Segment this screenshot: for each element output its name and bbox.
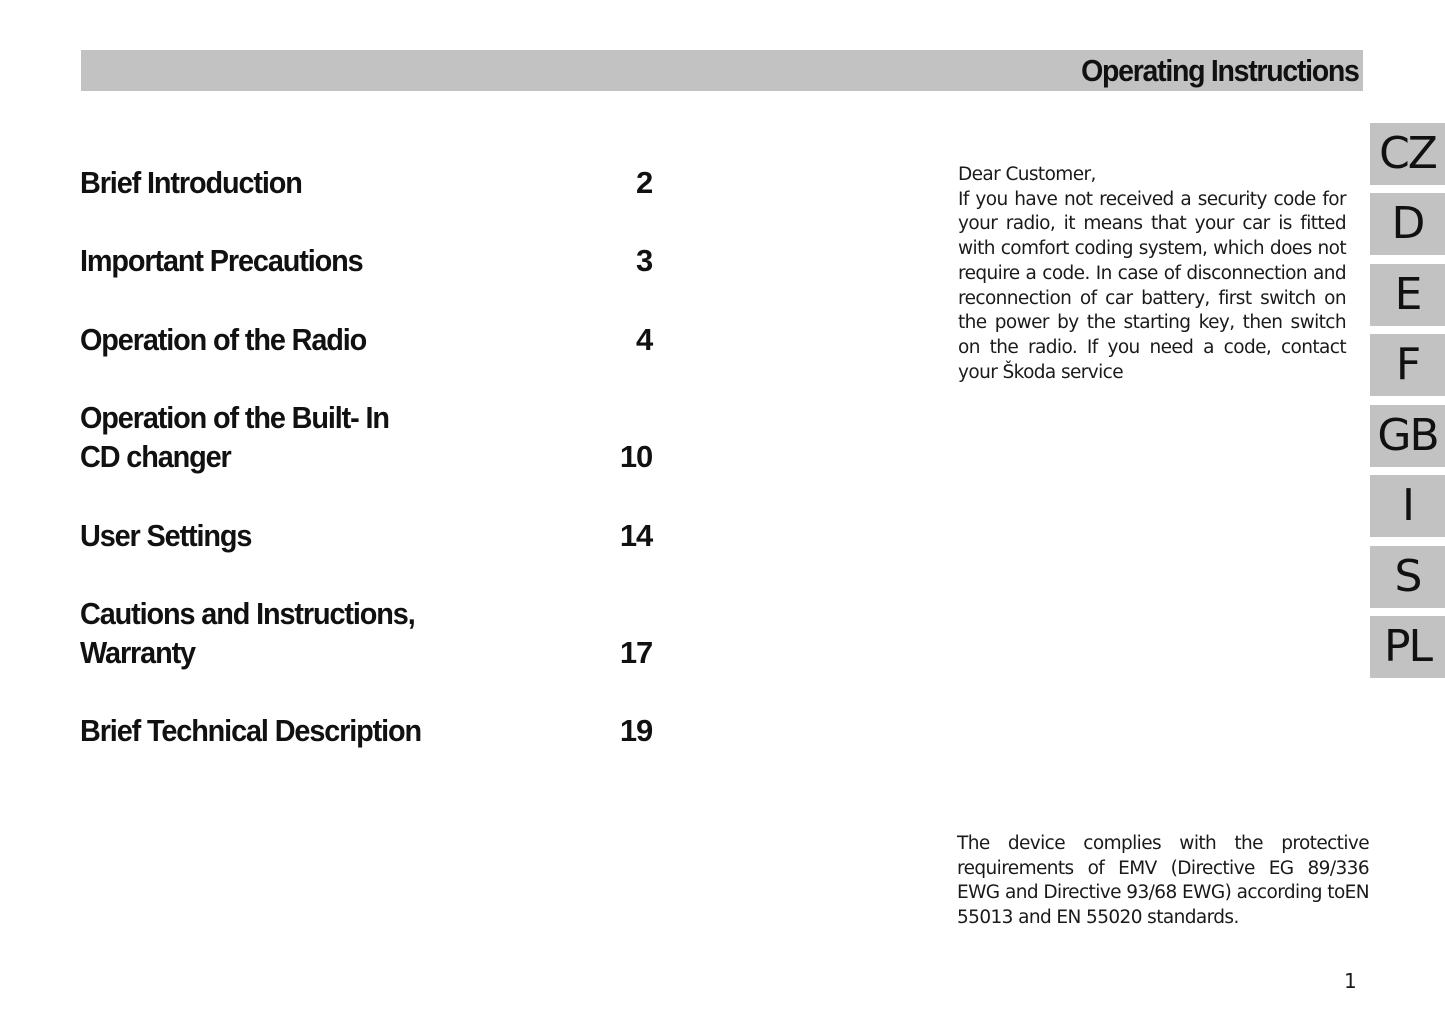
toc-entry-title: User Settings <box>80 518 252 553</box>
customer-notice: Dear Customer, If you have not received … <box>958 163 1347 385</box>
language-tab-i[interactable]: I <box>1370 475 1445 537</box>
toc-entry-title: Cautions and Instructions, Warranty <box>80 596 416 670</box>
document-title: Operating Instructions <box>1081 53 1361 88</box>
language-tab-cz[interactable]: CZ <box>1370 123 1445 185</box>
header-bar: Operating Instructions <box>81 50 1363 91</box>
toc-entry[interactable]: Brief Technical Description 19 <box>80 708 653 750</box>
toc-entry[interactable]: Operation of the Built- In CD changer 10 <box>80 395 653 476</box>
toc-entry-title: Operation of the Radio <box>80 322 367 357</box>
security-code-notice: If you have not received a security code… <box>958 188 1347 383</box>
toc-entry-page: 2 <box>635 165 653 200</box>
language-tab-s[interactable]: S <box>1370 546 1445 608</box>
language-tab-pl[interactable]: PL <box>1370 616 1445 678</box>
toc-entry[interactable]: Important Precautions 3 <box>80 238 653 280</box>
language-tab-d[interactable]: D <box>1370 193 1445 255</box>
greeting: Dear Customer, <box>958 164 1096 185</box>
language-tab-e[interactable]: E <box>1370 264 1445 326</box>
toc-entry-title: Brief Introduction <box>80 165 303 200</box>
toc-entry-page: 14 <box>619 518 653 553</box>
toc-entry-title: Important Precautions <box>80 243 364 278</box>
toc-entry-page: 17 <box>619 635 653 670</box>
toc-entry[interactable]: Brief Introduction 2 <box>80 160 653 202</box>
toc-entry[interactable]: User Settings 14 <box>80 513 653 555</box>
toc-entry-title: Operation of the Built- In CD changer <box>80 400 390 474</box>
page-number: 1 <box>1344 969 1357 993</box>
toc-entry-page: 19 <box>619 713 653 748</box>
toc-entry[interactable]: Operation of the Radio 4 <box>80 317 653 359</box>
language-tab-gb[interactable]: GB <box>1370 405 1445 467</box>
toc-entry[interactable]: Cautions and Instructions, Warranty 17 <box>80 591 653 672</box>
toc-entry-page: 10 <box>619 439 653 474</box>
toc-entry-page: 3 <box>635 243 653 278</box>
language-tab-f[interactable]: F <box>1370 334 1445 396</box>
compliance-statement: The device complies with the protective … <box>957 833 1370 928</box>
toc-entry-title: Brief Technical Description <box>80 713 422 748</box>
toc-entry-page: 4 <box>635 322 653 357</box>
